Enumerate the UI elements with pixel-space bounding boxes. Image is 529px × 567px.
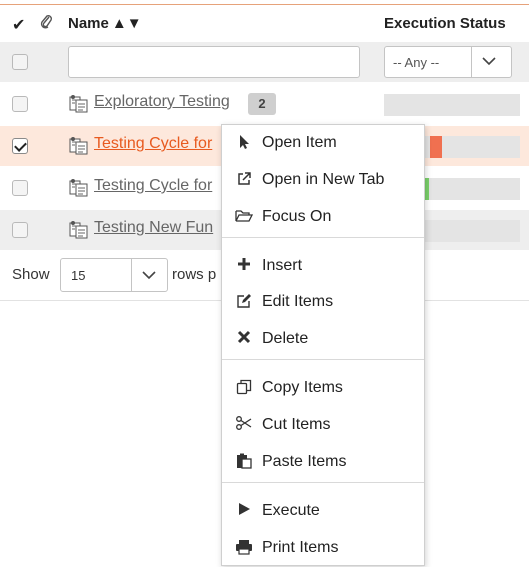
column-header-name[interactable]: Name ▲▼ (68, 15, 142, 32)
menu-item-cut-items[interactable]: Cut Items (222, 411, 424, 441)
menu-divider (222, 359, 424, 360)
row-checkbox-checked[interactable] (12, 138, 28, 154)
menu-item-label: Open in New Tab (262, 171, 385, 188)
attachment-column-icon (40, 14, 54, 35)
delete-x-icon (234, 330, 254, 350)
context-menu: Open Item Open in New Tab Focus On Inser… (221, 124, 425, 566)
menu-item-open-in-new-tab[interactable]: Open in New Tab (222, 166, 424, 196)
menu-item-insert[interactable]: Insert (222, 252, 424, 282)
menu-divider (222, 237, 424, 238)
menu-item-label: Delete (262, 330, 309, 347)
edit-icon (234, 293, 254, 313)
row-checkbox[interactable] (12, 180, 28, 196)
execution-status-bar (384, 94, 520, 116)
menu-item-focus-on[interactable]: Focus On (222, 203, 424, 233)
menu-item-edit-items[interactable]: Edit Items (222, 288, 424, 318)
child-count-badge: 2 (248, 93, 276, 115)
menu-item-execute[interactable]: Execute (222, 497, 424, 527)
row-name-link[interactable]: Testing Cycle for (94, 177, 212, 195)
paste-icon (234, 453, 254, 473)
chevron-down-icon[interactable] (141, 263, 157, 290)
menu-item-label: Insert (262, 257, 303, 274)
menu-item-paste-items[interactable]: Paste Items (222, 448, 424, 478)
rows-per-page-select[interactable]: 15 (60, 258, 168, 292)
filter-checkbox[interactable] (12, 54, 28, 70)
rows-per-page-value: 15 (71, 268, 86, 283)
status-filter-select[interactable]: -- Any -- (384, 46, 512, 78)
status-filter-value: -- Any -- (393, 55, 440, 70)
menu-item-label: Paste Items (262, 453, 347, 470)
top-accent-rule (0, 4, 529, 5)
folder-open-icon (234, 208, 254, 228)
sort-arrows-icon[interactable]: ▲▼ (112, 15, 142, 32)
row-checkbox[interactable] (12, 96, 28, 112)
menu-item-label: Print Items (262, 539, 339, 556)
menu-item-delete[interactable]: Delete (222, 325, 424, 355)
external-link-icon (234, 171, 254, 191)
test-set-icon (68, 94, 90, 114)
test-set-icon (68, 136, 90, 156)
name-filter-input[interactable] (68, 46, 360, 78)
test-set-icon (68, 220, 90, 240)
menu-divider (222, 482, 424, 483)
pager-show-label: Show (12, 266, 50, 283)
select-all-check-icon[interactable]: ✔ (12, 15, 25, 35)
menu-item-open-item[interactable]: Open Item (222, 129, 424, 159)
play-icon (234, 502, 254, 522)
menu-item-label: Edit Items (262, 293, 334, 310)
cursor-arrow-icon (234, 134, 254, 154)
menu-item-print-items[interactable]: Print Items (222, 534, 424, 564)
menu-item-label: Focus On (262, 208, 332, 225)
scissors-icon (234, 416, 254, 436)
select-divider (471, 47, 472, 77)
row-name-link[interactable]: Testing New Fun (94, 219, 213, 237)
filter-row: -- Any -- (0, 42, 529, 82)
menu-item-label: Cut Items (262, 416, 331, 433)
menu-item-label: Execute (262, 502, 320, 519)
print-icon (234, 539, 254, 559)
chevron-down-icon[interactable] (481, 50, 497, 77)
test-set-icon (68, 178, 90, 198)
menu-item-copy-items[interactable]: Copy Items (222, 374, 424, 404)
row-name-link[interactable]: Testing Cycle for (94, 135, 212, 153)
column-header-execution-status[interactable]: Execution Status (384, 15, 506, 32)
status-failed-segment (430, 136, 442, 158)
grid-header: ✔ Name ▲▼ Execution Status (0, 8, 529, 42)
row-name-link[interactable]: Exploratory Testing (94, 93, 230, 111)
copy-icon (234, 379, 254, 399)
pager-suffix-label: rows p (172, 266, 217, 283)
plus-icon (234, 257, 254, 277)
menu-item-label: Copy Items (262, 379, 343, 396)
menu-item-label: Open Item (262, 134, 337, 151)
row-checkbox[interactable] (12, 222, 28, 238)
table-row[interactable]: Exploratory Testing 2 (0, 84, 529, 124)
column-header-name-label: Name (68, 15, 109, 32)
select-divider (131, 259, 132, 291)
